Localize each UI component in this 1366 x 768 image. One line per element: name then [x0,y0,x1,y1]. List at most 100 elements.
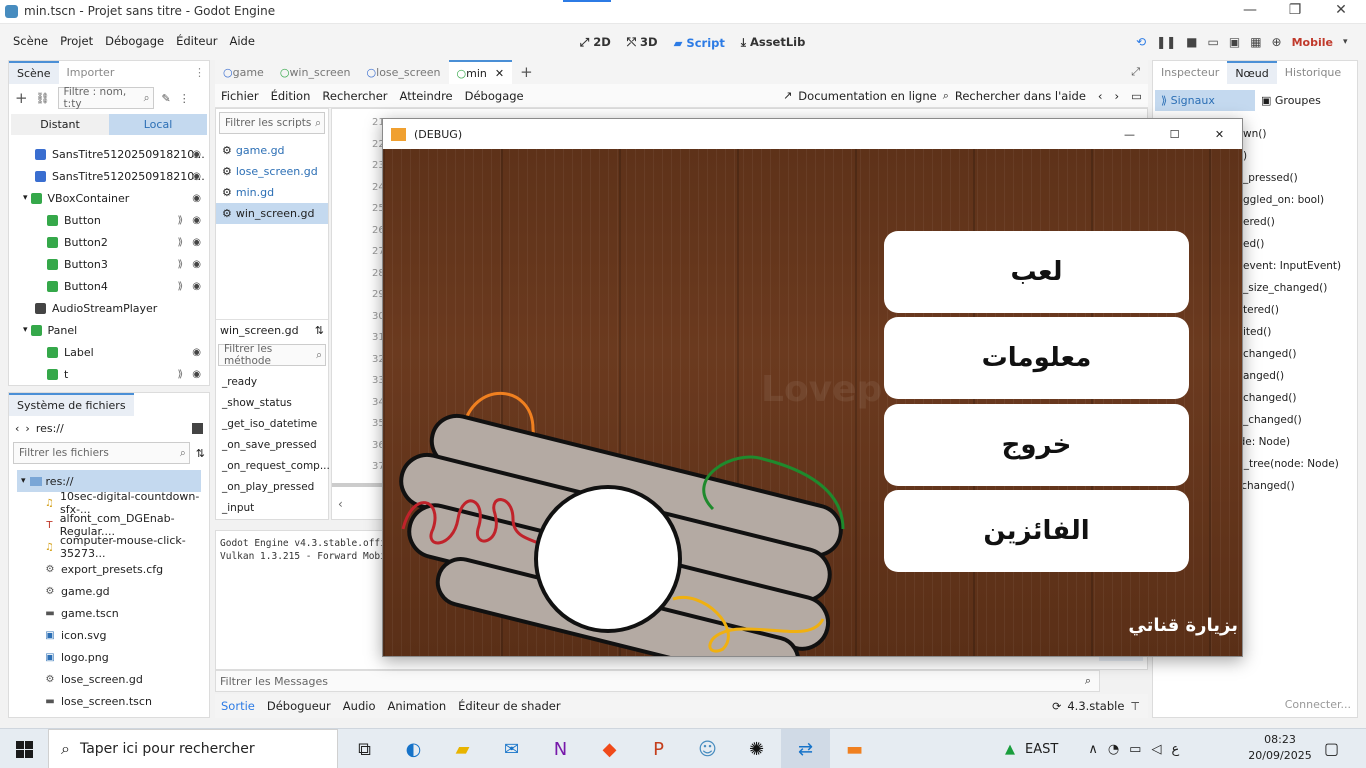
method-item[interactable]: _on_request_comp... [216,455,330,476]
dock-menu-icon[interactable]: ⋮ [194,66,205,79]
clock[interactable]: 08:23 20/09/2025 [1245,732,1315,764]
stop-icon[interactable]: ■ [1186,35,1197,49]
back-icon[interactable]: ‹ [15,422,19,435]
scene-tree[interactable]: SansTitre5120250918210... ◉ SansTitre51202… [9,143,209,385]
scene-node[interactable]: Button2 ⟫ ◉ [9,231,209,253]
scene-node[interactable]: SansTitre5120250918210... ◉ [9,143,209,165]
visibility-icon[interactable]: ◉ [192,237,201,248]
signal-icon[interactable]: ⟫ [177,237,183,248]
scene-node[interactable]: AudioStreamPlayer [9,297,209,319]
taskbar-search[interactable]: ⌕ Taper ici pour rechercher [48,729,338,768]
add-tab-icon[interactable]: + [520,63,533,81]
chatgpt-icon[interactable]: ✺ [732,729,781,768]
scene-node[interactable]: Button ⟫ ◉ [9,209,209,231]
tab-shader-editor[interactable]: Éditeur de shader [452,699,566,713]
maximize-button[interactable]: ❐ [1280,2,1310,18]
remote-icon[interactable]: ⇄ [781,729,830,768]
visibility-icon[interactable]: ◉ [192,369,201,380]
godot-icon[interactable]: ☺ [683,729,732,768]
script-menu-debug[interactable]: Débogage [459,89,530,103]
scene-tab[interactable]: ○ game [215,60,272,84]
winners-button[interactable]: الفائزين [884,490,1189,572]
windows-start-icon[interactable] [4,729,44,768]
chevron-down-icon[interactable]: ▾ [23,193,28,203]
wifi-icon[interactable]: ◔ [1108,742,1119,757]
distraction-free-icon[interactable]: ⤢ [1131,65,1140,79]
tab-node[interactable]: Nœud [1227,60,1277,84]
signal-icon[interactable]: ⟫ [177,215,183,226]
tab-import[interactable]: Importer [59,62,123,83]
script-item[interactable]: ⚙ lose_screen.gd [216,161,328,182]
tab-audio[interactable]: Audio [337,699,382,713]
scene-node[interactable]: SansTitre5120250918210... ◉ [9,165,209,187]
mail-icon[interactable]: ✉ [487,729,536,768]
method-item[interactable]: _show_status [216,392,328,413]
remote-tab[interactable]: Distant [11,113,109,135]
scene-tab[interactable]: ○ min ✕ [448,60,513,84]
forward-icon[interactable]: › [25,422,29,435]
close-button[interactable]: ✕ [1326,2,1356,18]
method-item[interactable]: _input [216,497,328,518]
minimize-button[interactable]: — [1235,2,1265,18]
link-icon[interactable]: ⛓ [36,92,50,105]
script-menu-file[interactable]: Fichier [215,89,265,103]
close-button[interactable]: ✕ [1197,128,1242,141]
collapse-icon[interactable]: ‹ [338,497,343,511]
signal-icon[interactable]: ⟫ [177,281,183,292]
file-item[interactable]: ▣ logo.png [9,646,209,668]
edge-icon[interactable]: ◐ [389,729,438,768]
search-scene-icon[interactable]: ⊕ [1272,35,1282,49]
more-icon[interactable]: ⋮ [179,92,190,105]
method-filter-input[interactable]: Filtrer les méthode ⌕ [218,343,326,367]
script-items[interactable]: ⚙ game.gd ⚙ lose_screen.gd ⚙ min.gd ⚙ win_s… [216,140,328,224]
minimize-button[interactable]: — [1107,128,1152,141]
hscroll[interactable] [332,483,382,487]
chevron-up-icon[interactable]: ∧ [1088,742,1098,757]
sort-icon[interactable]: ⇅ [315,324,324,337]
file-item[interactable]: Talfont_com_DGEnab-Regular.... [9,512,209,538]
scene-tab[interactable]: ○ win_screen [272,60,359,84]
scene-tab[interactable]: ○ lose_screen [359,60,449,84]
visibility-icon[interactable]: ◉ [192,347,201,358]
connect-button[interactable]: Connecter... [1285,698,1351,711]
output-filter-bar[interactable]: Filtrer les Messages ⌕ [215,670,1100,692]
tab-debugger[interactable]: Débogueur [261,699,337,713]
scene-node[interactable]: t ⟫ ◉ [9,363,209,385]
file-item[interactable]: ⚙ game.gd [9,580,209,602]
method-item[interactable]: _get_iso_datetime [216,413,328,434]
method-list[interactable]: _ready _show_status _get_iso_datetime _on_s… [216,371,330,518]
renderer-select[interactable]: Mobile [1292,36,1333,49]
script-filter-input[interactable]: Filtrer les scripts ⌕ [219,112,325,134]
signal-icon[interactable]: ⟫ [177,369,183,380]
remote-debug-icon[interactable]: ▭ [1208,35,1219,49]
pause-icon[interactable]: ❚❚ [1156,35,1176,49]
workspace-2d[interactable]: ⤢ 2D [572,35,619,50]
layout-icon[interactable] [192,422,203,434]
explorer-icon[interactable]: ▰ [438,729,487,768]
tab-inspector[interactable]: Inspecteur [1153,62,1227,83]
path-field[interactable]: res:// [36,422,186,435]
file-item[interactable]: ⚙ lose_screen.gd [9,668,209,690]
visibility-icon[interactable]: ◉ [192,171,201,182]
scene-node[interactable]: ▾ Panel [9,319,209,341]
tab-filesystem[interactable]: Système de fichiers [9,392,134,416]
menu-scene[interactable]: Scène [7,34,54,48]
menu-debug[interactable]: Débogage [99,34,170,48]
game-icon[interactable]: ▬ [830,729,879,768]
script-item[interactable]: ⚙ min.gd [216,182,328,203]
method-item[interactable]: _ready [216,371,328,392]
notification-icon[interactable]: ▢ [1324,739,1339,758]
menu-editor[interactable]: Éditeur [170,34,223,48]
visibility-icon[interactable]: ◉ [192,149,201,160]
method-item[interactable]: _on_play_pressed [216,476,328,497]
file-item[interactable]: ⚙ export_presets.cfg [9,558,209,580]
script-menu-goto[interactable]: Atteindre [394,89,459,103]
play-button[interactable]: لعب [884,231,1189,313]
info-button[interactable]: معلومات [884,317,1189,399]
output-filter-input[interactable]: Filtrer les Messages [216,675,328,688]
workspace-3d[interactable]: ⤲ 3D [619,35,666,50]
add-node-icon[interactable]: + [15,89,28,107]
play-icon[interactable]: ⟲ [1136,35,1146,49]
workspace-assetlib[interactable]: ⤓ AssetLib [733,35,813,50]
workspace-script[interactable]: ▰ Script [666,36,733,50]
